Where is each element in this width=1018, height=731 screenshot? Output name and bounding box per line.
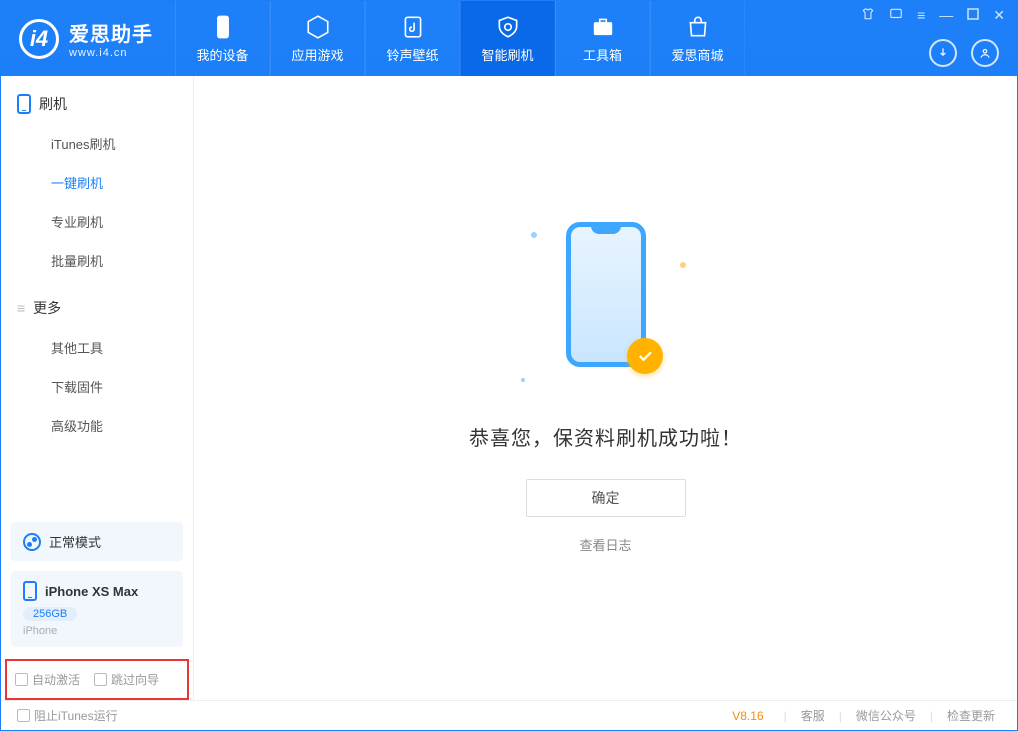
footer-link-check-update[interactable]: 检查更新: [941, 707, 1001, 724]
nav-label: 工具箱: [583, 45, 622, 64]
sidebar-section-flash: 刷机: [1, 76, 193, 124]
nav-label: 爱思商城: [671, 45, 723, 64]
sidebar-section-more: ≡ 更多: [1, 280, 193, 328]
list-icon: ≡: [17, 300, 25, 316]
music-file-icon: [400, 14, 426, 40]
options-highlight-box: 自动激活 跳过向导: [5, 659, 189, 700]
status-bar: 阻止iTunes运行 V8.16 | 客服 | 微信公众号 | 检查更新: [1, 700, 1017, 730]
checkbox-label: 自动激活: [32, 671, 80, 688]
main-content: 恭喜您，保资料刷机成功啦！ 确定 查看日志: [194, 76, 1017, 700]
shirt-icon[interactable]: [861, 7, 875, 24]
download-button[interactable]: [929, 39, 957, 67]
sidebar-item-label: 批量刷机: [51, 254, 103, 269]
feedback-icon[interactable]: [889, 7, 903, 24]
checkbox-icon: [17, 709, 30, 722]
sidebar-item-label: iTunes刷机: [51, 137, 116, 152]
success-message: 恭喜您，保资料刷机成功啦！: [469, 422, 742, 451]
nav-label: 应用游戏: [291, 45, 343, 64]
checkmark-badge-icon: [627, 338, 663, 374]
sidebar-item-batch-flash[interactable]: 批量刷机: [1, 241, 193, 280]
app-title: 爱思助手: [69, 18, 153, 47]
sidebar-item-other-tools[interactable]: 其他工具: [1, 328, 193, 367]
app-logo-block: i4 爱思助手 www.i4.cn: [1, 1, 175, 76]
sidebar-section-label: 刷机: [39, 94, 67, 114]
checkbox-skip-guide[interactable]: 跳过向导: [94, 671, 159, 688]
sidebar: 刷机 iTunes刷机 一键刷机 专业刷机 批量刷机 ≡ 更多 其他工具 下载固…: [1, 76, 194, 700]
nav-smart-flash[interactable]: 智能刷机: [460, 1, 555, 76]
checkbox-icon: [15, 673, 28, 686]
minimize-button[interactable]: —: [939, 7, 953, 24]
footer-link-support[interactable]: 客服: [795, 707, 831, 724]
menu-icon[interactable]: ≡: [917, 7, 925, 24]
sidebar-item-itunes-flash[interactable]: iTunes刷机: [1, 124, 193, 163]
mode-label: 正常模式: [49, 532, 101, 551]
phone-icon: [17, 94, 31, 114]
device-type: iPhone: [23, 625, 171, 637]
checkbox-block-itunes[interactable]: 阻止iTunes运行: [17, 707, 118, 724]
nav-label: 铃声壁纸: [386, 45, 438, 64]
nav-store[interactable]: 爱思商城: [650, 1, 745, 76]
sidebar-item-download-firmware[interactable]: 下载固件: [1, 367, 193, 406]
cube-icon: [305, 14, 331, 40]
ok-button[interactable]: 确定: [526, 479, 686, 517]
device-name: iPhone XS Max: [45, 584, 138, 599]
checkbox-label: 跳过向导: [111, 671, 159, 688]
sidebar-section-label: 更多: [33, 298, 61, 318]
sidebar-item-onekey-flash[interactable]: 一键刷机: [1, 163, 193, 202]
success-illustration: [551, 222, 661, 402]
checkbox-label: 阻止iTunes运行: [34, 707, 118, 724]
view-log-link[interactable]: 查看日志: [579, 535, 631, 554]
maximize-button[interactable]: [967, 7, 979, 24]
device-mode-box[interactable]: 正常模式: [11, 522, 183, 561]
nav-label: 我的设备: [196, 45, 248, 64]
sidebar-item-label: 下载固件: [51, 380, 103, 395]
device-icon: [210, 14, 236, 40]
sidebar-item-label: 其他工具: [51, 341, 103, 356]
refresh-shield-icon: [495, 14, 521, 40]
sidebar-item-label: 专业刷机: [51, 215, 103, 230]
sidebar-item-label: 一键刷机: [51, 176, 103, 191]
nav-label: 智能刷机: [481, 45, 533, 64]
toolbox-icon: [590, 14, 616, 40]
checkbox-icon: [94, 673, 107, 686]
close-button[interactable]: ✕: [993, 7, 1005, 24]
device-info-box[interactable]: iPhone XS Max 256GB iPhone: [11, 571, 183, 647]
sidebar-item-advanced[interactable]: 高级功能: [1, 406, 193, 445]
mode-icon: [23, 533, 41, 551]
shopping-bag-icon: [685, 14, 711, 40]
nav-toolbox[interactable]: 工具箱: [555, 1, 650, 76]
sidebar-item-pro-flash[interactable]: 专业刷机: [1, 202, 193, 241]
title-bar: i4 爱思助手 www.i4.cn 我的设备 应用游戏 铃声壁纸 智能刷机 工具…: [1, 1, 1017, 76]
sidebar-item-label: 高级功能: [51, 419, 103, 434]
device-storage-badge: 256GB: [23, 607, 77, 621]
phone-icon: [23, 581, 37, 601]
app-subtitle: www.i4.cn: [69, 47, 153, 59]
nav-apps-games[interactable]: 应用游戏: [270, 1, 365, 76]
version-label: V8.16: [732, 709, 763, 723]
app-logo-icon: i4: [19, 19, 59, 59]
nav-my-device[interactable]: 我的设备: [175, 1, 270, 76]
checkbox-auto-activate[interactable]: 自动激活: [15, 671, 80, 688]
account-button[interactable]: [971, 39, 999, 67]
nav-ringtones-wallpapers[interactable]: 铃声壁纸: [365, 1, 460, 76]
top-nav: 我的设备 应用游戏 铃声壁纸 智能刷机 工具箱 爱思商城: [175, 1, 745, 76]
footer-link-wechat[interactable]: 微信公众号: [850, 707, 922, 724]
